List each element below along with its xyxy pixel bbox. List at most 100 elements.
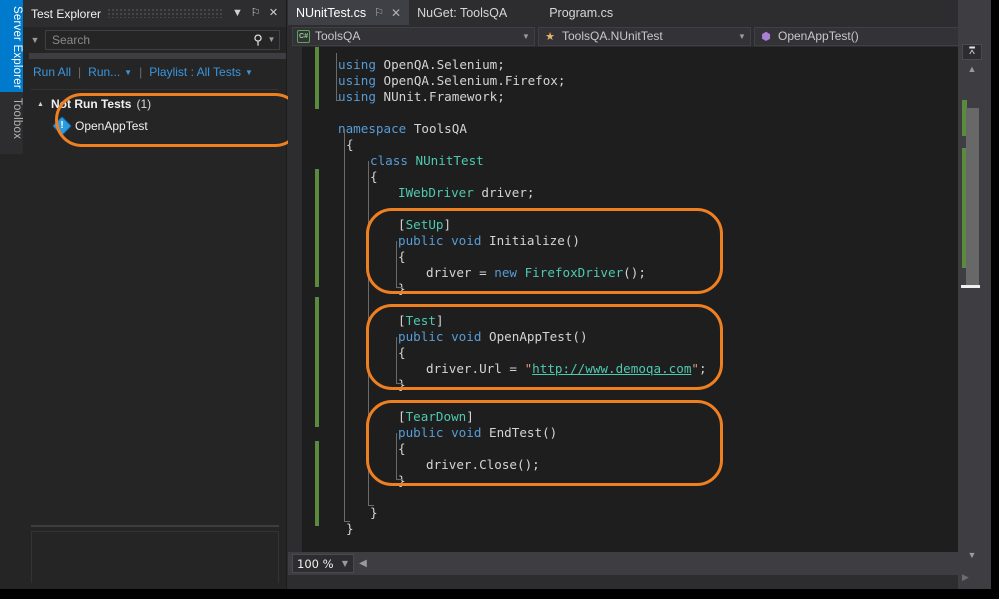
code-token: void <box>451 233 482 248</box>
code-token: [ <box>398 217 406 232</box>
chevron-collapse-icon[interactable]: ▲ <box>37 101 51 108</box>
change-marker <box>315 441 319 526</box>
playlist-dropdown-icon[interactable]: ▼ <box>245 68 253 77</box>
code-line: driver = new FirefoxDriver(); <box>426 265 646 281</box>
pin-icon[interactable]: ⚐ <box>247 5 264 22</box>
scrollbar-thumb[interactable] <box>966 108 979 286</box>
navbar-project-dropdown[interactable]: C# ToolsQA ▼ <box>292 26 535 46</box>
chevron-down-icon[interactable]: ▼ <box>339 559 351 568</box>
dock-tab-server-explorer[interactable]: Server Explorer <box>0 0 23 92</box>
indent-guide <box>396 433 397 479</box>
code-line: class NUnitTest <box>370 153 484 169</box>
test-name-label: OpenAppTest <box>75 119 148 133</box>
code-token: } <box>398 281 406 296</box>
code-token: namespace <box>338 121 407 136</box>
code-token: " <box>691 361 699 376</box>
indent-guide <box>396 241 397 287</box>
document-tab-program[interactable]: Program.cs <box>541 0 621 25</box>
code-token: void <box>451 329 482 344</box>
chevron-down-icon[interactable]: ▼ <box>520 32 532 41</box>
code-token: } <box>346 521 354 536</box>
run-dropdown-icon[interactable]: ▼ <box>124 68 132 77</box>
code-token[interactable]: http://www.demoqa.com <box>532 361 691 376</box>
pin-icon[interactable]: ⚐ <box>374 6 384 19</box>
playlist-button[interactable]: Playlist : All Tests <box>149 65 241 79</box>
close-icon[interactable]: ✕ <box>391 6 401 20</box>
indent-guide <box>396 337 397 383</box>
code-line: { <box>370 169 378 185</box>
code-editor-surface[interactable]: −−−−− using OpenQA.Selenium;using OpenQA… <box>288 47 991 552</box>
scroll-up-arrow[interactable]: ▲ <box>964 64 980 74</box>
hscroll-left-arrow[interactable]: ◀ <box>354 558 372 569</box>
code-token: ] <box>443 217 452 232</box>
code-token: ] <box>435 313 444 328</box>
change-marker <box>315 169 319 287</box>
run-button[interactable]: Run... <box>88 65 120 79</box>
code-line: [TearDown] <box>398 409 474 425</box>
search-options-dropdown-icon[interactable]: ▼ <box>266 35 277 44</box>
panel-splitter[interactable] <box>31 525 279 527</box>
navbar-project-label: ToolsQA <box>315 29 361 43</box>
indent-guide <box>368 505 374 506</box>
horizontal-scrollbar[interactable] <box>372 554 973 573</box>
tab-label: NUnitTest.cs <box>296 5 367 20</box>
overflow-arrow-icon[interactable]: ▶ <box>962 572 976 583</box>
vertical-scrollbar-column[interactable]: ⩞ ▲ ▼ ▶ <box>958 0 991 589</box>
drag-handle-dots[interactable] <box>107 9 222 18</box>
change-marker <box>315 47 319 109</box>
navbar-type-dropdown[interactable]: ★ ToolsQA.NUnitTest ▼ <box>538 26 751 46</box>
list-item[interactable]: ! OpenAppTest <box>31 116 278 136</box>
window-dropdown-icon[interactable]: ▼ <box>229 5 246 22</box>
code-token: [ <box>398 313 406 328</box>
zoom-level-dropdown[interactable]: 100 % ▼ <box>292 554 354 573</box>
code-token: NUnitTest <box>415 153 484 168</box>
code-token: public <box>398 233 444 248</box>
indent-guide <box>396 479 402 480</box>
code-text-area[interactable]: using OpenQA.Selenium; using OpenQA.Selen… <box>330 47 991 552</box>
code-line: driver.Url = "http://www.demoqa.com"; <box>426 361 707 377</box>
indent-guide <box>396 383 402 384</box>
code-token: { <box>398 345 406 360</box>
navbar-member-dropdown[interactable]: ⬢ OpenAppTest() ▼ <box>754 26 977 46</box>
test-group-not-run-tests[interactable]: ▲ Not Run Tests (1) <box>31 94 278 114</box>
run-all-button[interactable]: Run All <box>33 65 71 79</box>
close-icon[interactable]: ✕ <box>265 5 282 22</box>
code-token: new <box>494 265 517 280</box>
code-line: [SetUp] <box>398 217 451 233</box>
code-token: EndTest() <box>481 425 558 440</box>
chevron-down-icon[interactable]: ▼ <box>736 32 748 41</box>
code-token: { <box>370 169 378 184</box>
code-token: OpenQA.Selenium.Firefox; <box>375 73 566 88</box>
split-view-button[interactable]: ⩞ <box>962 44 982 60</box>
code-token: driver.Close(); <box>426 457 540 472</box>
search-input[interactable] <box>52 32 250 47</box>
members-icon: ★ <box>545 30 555 43</box>
code-token: Test <box>405 313 436 328</box>
code-token: (); <box>623 265 646 280</box>
search-box[interactable]: ⚲ ▼ <box>45 29 280 50</box>
code-line: using OpenQA.Selenium.Firefox; <box>338 73 565 89</box>
search-scope-dropdown-icon[interactable]: ▼ <box>25 30 45 50</box>
window-bottom-edge <box>0 589 999 599</box>
code-line: IWebDriver driver; <box>398 185 535 201</box>
code-token: void <box>451 425 482 440</box>
indent-guide <box>368 161 369 505</box>
csharp-project-icon: C# <box>297 29 310 43</box>
indent-guide <box>396 287 402 288</box>
scroll-down-arrow[interactable]: ▼ <box>964 550 980 560</box>
code-token: public <box>398 329 444 344</box>
toolbar-separator: | <box>78 65 82 79</box>
editor-status-row: 100 % ▼ ◀ ▶ <box>288 552 991 575</box>
document-tab-nuget[interactable]: NuGet: ToolsQA <box>409 0 515 25</box>
code-token: IWebDriver <box>398 185 474 200</box>
window-edge <box>991 0 999 599</box>
search-icon[interactable]: ⚲ <box>250 32 266 48</box>
code-line: namespace ToolsQA <box>338 121 467 137</box>
document-tab-nunittest[interactable]: NUnitTest.cs ⚐ ✕ <box>288 0 410 25</box>
test-group-label: Not Run Tests <box>51 97 132 111</box>
code-token: Initialize() <box>481 233 581 248</box>
dock-tab-toolbox[interactable]: Toolbox <box>0 92 23 154</box>
code-line: driver.Close(); <box>426 457 540 473</box>
